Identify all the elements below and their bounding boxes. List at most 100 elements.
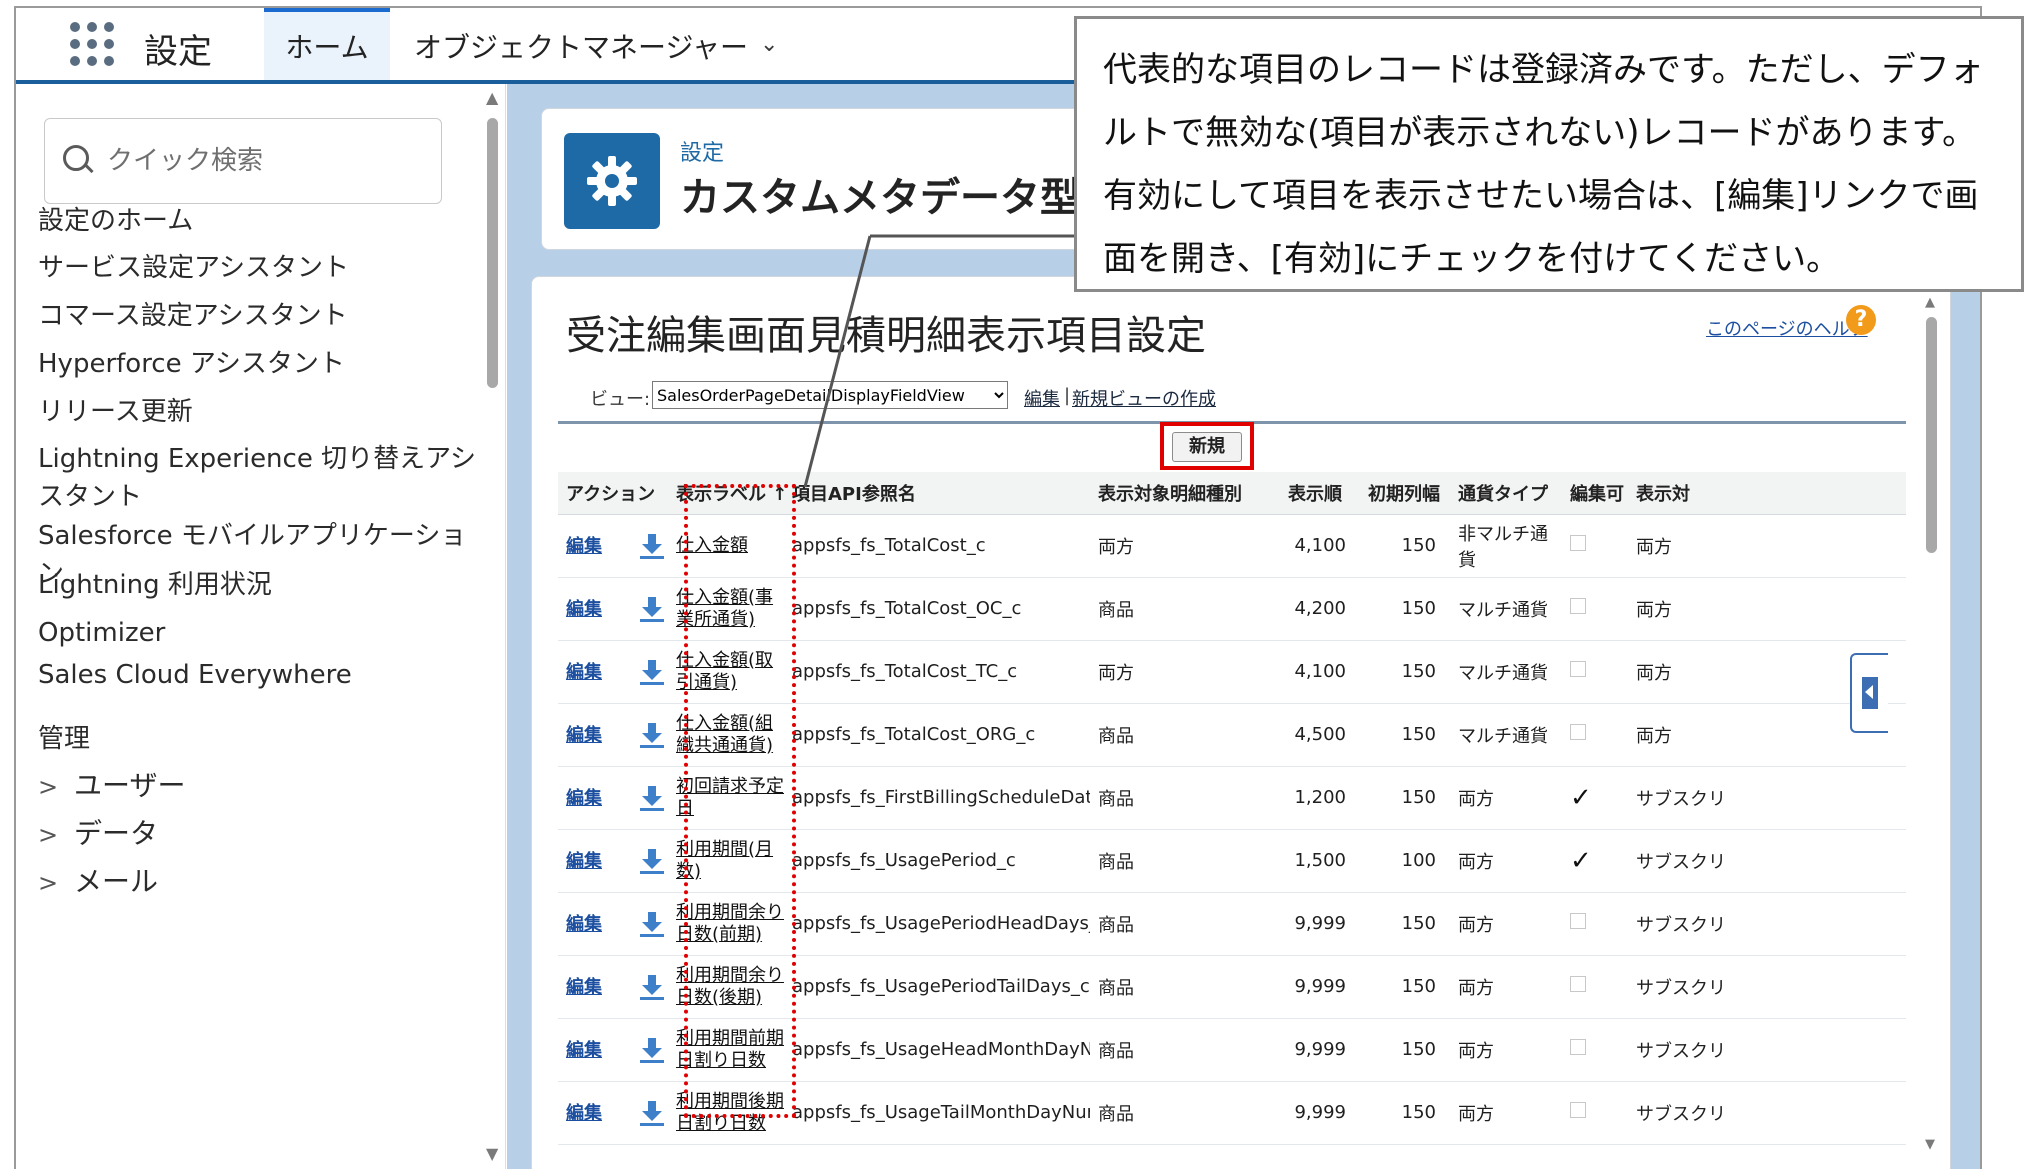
content-scrollbar[interactable]: ▲ ▼ [1924,295,1940,1155]
scroll-up-icon[interactable]: ▲ [486,88,498,107]
sidebar-item-commerce-setup[interactable]: コマース設定アシスタント [38,297,468,335]
api-name-cell: appsfs_fs_UsagePeriodTailDays_c [784,955,1090,1019]
edit-link[interactable]: 編集 [566,536,602,557]
width-cell: 150 [1360,955,1450,1019]
tab-object-manager[interactable]: オブジェクトマネージャー [414,26,748,66]
editable-cell [1562,577,1628,641]
download-icon[interactable] [640,848,664,875]
download-icon[interactable] [640,659,664,686]
sidebar-item-email[interactable]: > メール [38,860,158,900]
scrollbar-thumb[interactable] [487,118,498,388]
scrollbar-thumb[interactable] [1926,317,1937,553]
annotation-callout: 代表的な項目のレコードは登録済みです。ただし、デフォルトで無効な(項目が表示され… [1074,16,2024,292]
action-cell: 編集 [558,640,668,704]
sidebar-item-release-updates[interactable]: リリース更新 [38,393,468,431]
edit-link[interactable]: 編集 [566,851,602,872]
edit-link[interactable]: 編集 [566,977,602,998]
page-title: カスタムメタデータ型 [680,175,1080,221]
sidebar-item-setup-home[interactable]: 設定のホーム [38,202,468,240]
checkbox-unchecked [1570,1102,1586,1118]
column-header-api-name[interactable]: 項目API参照名 [784,472,1090,515]
column-header-target-type[interactable]: 表示対象明細種別 [1090,472,1280,515]
gear-icon [587,156,637,206]
help-icon[interactable]: ? [1846,305,1876,335]
editable-cell [1562,1018,1628,1082]
download-icon[interactable] [640,1100,664,1127]
view-select[interactable]: SalesOrderPageDetailDisplayFieldView [652,381,1008,409]
sidebar-item-users[interactable]: > ユーザー [38,764,185,804]
editable-cell [1562,955,1628,1019]
column-header-width[interactable]: 初期列幅 [1360,472,1450,515]
checkbox-unchecked [1570,661,1586,677]
currency-type-cell: マルチ通貨 [1450,577,1562,641]
column-header-currency-type[interactable]: 通貨タイプ [1450,472,1562,515]
checkbox-unchecked [1570,1039,1586,1055]
edit-link[interactable]: 編集 [566,788,602,809]
column-header-action: アクション [558,472,668,515]
action-cell: 編集 [558,766,668,830]
column-header-order[interactable]: 表示順 [1280,472,1360,515]
width-cell: 150 [1360,703,1450,767]
sidebar-item-hyperforce[interactable]: Hyperforce アシスタント [38,345,468,383]
sidebar-item-lightning-transition[interactable]: Lightning Experience 切り替えアシスタント [38,440,478,516]
chevron-down-icon[interactable]: ⌄ [760,32,778,57]
currency-type-cell: 両方 [1450,766,1562,830]
currency-type-cell: 両方 [1450,1018,1562,1082]
order-cell: 9,999 [1280,955,1360,1019]
download-icon[interactable] [640,596,664,623]
currency-type-cell: 両方 [1450,1081,1562,1145]
edit-link[interactable]: 編集 [566,1040,602,1061]
scroll-down-icon[interactable]: ▼ [1925,1137,1935,1152]
edit-link[interactable]: 編集 [566,662,602,683]
width-cell: 100 [1360,829,1450,893]
target-type-cell: 商品 [1090,1018,1280,1082]
target-type-cell: 商品 [1090,703,1280,767]
side-panel-toggle[interactable] [1850,653,1888,733]
order-cell: 9,999 [1280,1081,1360,1145]
checkmark-icon: ✓ [1570,845,1592,876]
order-cell: 9,999 [1280,892,1360,956]
editable-cell [1562,703,1628,767]
app-launcher-icon[interactable] [70,22,114,66]
tab-home[interactable]: ホーム [264,8,390,80]
app-name: 設定 [144,32,212,72]
download-icon[interactable] [640,785,664,812]
api-name-cell: appsfs_fs_UsagePeriod_c [784,829,1090,893]
page-help-link[interactable]: このページのヘルプ [1706,315,1868,341]
sidebar-item-sales-cloud-everywhere[interactable]: Sales Cloud Everywhere [38,656,468,694]
sidebar-scrollbar[interactable]: ▲ ▼ [484,84,502,1169]
edit-link[interactable]: 編集 [566,914,602,935]
order-cell: 4,500 [1280,703,1360,767]
download-icon[interactable] [640,1037,664,1064]
view-edit-link[interactable]: 編集 [1024,385,1060,411]
display-target-cell: 両方 [1628,514,1906,578]
scroll-up-icon[interactable]: ▲ [1925,295,1935,310]
create-view-link[interactable]: 新規ビューの作成 [1072,385,1216,411]
edit-link[interactable]: 編集 [566,725,602,746]
edit-link[interactable]: 編集 [566,599,602,620]
breadcrumb: 設定 [680,141,725,166]
download-icon[interactable] [640,722,664,749]
sidebar-item-optimizer[interactable]: Optimizer [38,614,468,652]
api-name-cell: appsfs_fs_UsageHeadMonthDayNum_c [784,1018,1090,1082]
order-cell: 1,200 [1280,766,1360,830]
scroll-down-icon[interactable]: ▼ [486,1144,498,1163]
target-type-cell: 商品 [1090,829,1280,893]
download-icon[interactable] [640,911,664,938]
download-icon[interactable] [640,533,664,560]
download-icon[interactable] [640,974,664,1001]
column-header-editable[interactable]: 編集可 [1562,472,1628,515]
edit-link[interactable]: 編集 [566,1103,602,1124]
editable-cell: ✓ [1562,766,1628,830]
checkbox-unchecked [1570,724,1586,740]
action-cell: 編集 [558,1081,668,1145]
column-header-display-target[interactable]: 表示対 [1628,472,1906,515]
sidebar-item-data[interactable]: > データ [38,812,158,852]
collapse-left-icon [1862,677,1878,709]
sidebar-item-lightning-usage[interactable]: Lightning 利用状況 [38,566,468,604]
api-name-cell: appsfs_fs_TotalCost_ORG_c [784,703,1090,767]
quick-find-input[interactable] [107,139,427,183]
target-type-cell: 両方 [1090,640,1280,704]
quick-find-box[interactable] [44,118,442,204]
sidebar-item-service-setup[interactable]: サービス設定アシスタント [38,249,468,287]
